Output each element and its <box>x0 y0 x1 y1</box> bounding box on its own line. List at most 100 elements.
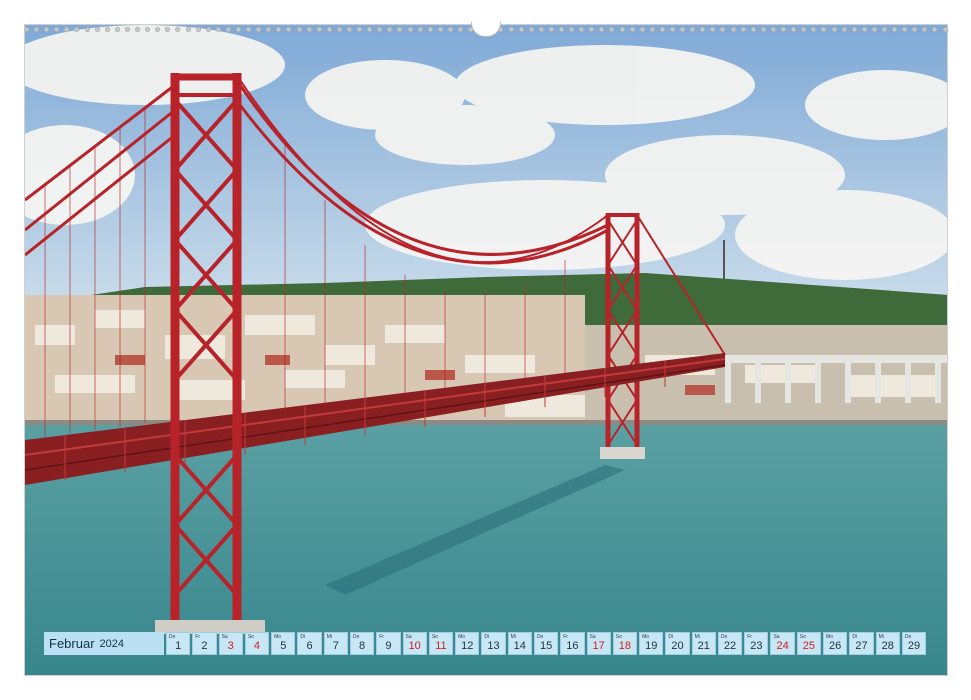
day-number: 13 <box>487 640 500 652</box>
binding-hole <box>215 26 221 32</box>
bridge-photo-illustration <box>25 25 947 675</box>
day-cell: So 25 <box>796 632 822 655</box>
binding-hole <box>821 26 827 32</box>
binding-hole <box>24 26 29 32</box>
binding-hole <box>397 26 403 32</box>
binding-hole <box>225 26 231 32</box>
day-cell: Fr 9 <box>376 632 401 655</box>
day-number: 12 <box>461 640 474 652</box>
binding-hole <box>861 26 867 32</box>
binding-hole <box>84 26 90 32</box>
day-number: 1 <box>175 640 182 652</box>
day-cell: Mo 5 <box>271 632 296 655</box>
binding-hole <box>831 26 837 32</box>
binding-hole <box>74 26 80 32</box>
day-cell: Do 29 <box>901 632 927 655</box>
binding-hole <box>64 26 70 32</box>
binding-hole <box>649 26 655 32</box>
day-cell: Mo 26 <box>823 632 848 655</box>
binding-hole <box>114 26 120 32</box>
day-cell: Mo 19 <box>639 632 664 655</box>
day-number: 28 <box>881 640 894 652</box>
binding-hole <box>569 26 575 32</box>
day-cell: Mi 7 <box>323 632 348 655</box>
binding-hole <box>518 26 524 32</box>
binding-hole <box>659 26 665 32</box>
day-cell: So 4 <box>244 632 270 655</box>
calendar-photo <box>24 24 948 676</box>
day-cell: Fr 23 <box>744 632 769 655</box>
binding-hole <box>690 26 696 32</box>
binding-hole <box>165 26 171 32</box>
day-number: 25 <box>802 640 816 652</box>
binding-hole <box>347 26 352 32</box>
day-cell: So 11 <box>428 632 454 655</box>
binding-hole <box>296 26 302 32</box>
binding-hole <box>256 26 262 32</box>
day-number: 17 <box>592 640 605 652</box>
binding-hole <box>458 26 464 32</box>
binding-hole <box>750 26 756 32</box>
binding-hole <box>508 26 514 32</box>
binding-hole <box>700 26 706 32</box>
day-number: 22 <box>723 640 737 652</box>
binding-hole <box>145 26 151 32</box>
binding-hole <box>851 26 857 32</box>
binding-hole <box>871 26 877 32</box>
binding-hole <box>781 26 787 32</box>
day-cell: Fr 16 <box>560 632 585 655</box>
binding-hole <box>760 26 766 32</box>
binding-hole <box>336 26 342 32</box>
day-number: 27 <box>855 640 868 652</box>
day-number: 26 <box>829 640 842 652</box>
binding-hole <box>286 26 292 32</box>
day-number: 9 <box>385 640 392 652</box>
binding-hole <box>124 26 130 32</box>
day-cell: Di 20 <box>665 632 690 655</box>
binding-hole <box>902 26 908 32</box>
binding-hole <box>185 26 191 32</box>
binding-hole <box>609 26 615 32</box>
day-cell: Do 15 <box>533 632 559 655</box>
day-cell: Di 27 <box>849 632 874 655</box>
day-number: 23 <box>750 640 763 652</box>
binding-hole <box>639 26 645 32</box>
binding-hole <box>94 26 100 32</box>
binding-hole <box>629 26 635 32</box>
binding-hole <box>932 26 938 32</box>
day-number: 8 <box>359 640 366 652</box>
binding-hole <box>558 26 564 32</box>
binding-hole <box>377 26 383 32</box>
day-number: 5 <box>280 640 287 652</box>
binding-hole <box>276 26 282 32</box>
binding-hole <box>437 26 443 32</box>
binding-hole <box>34 26 40 32</box>
binding-hole <box>710 26 716 32</box>
binding-hole <box>881 26 887 32</box>
day-cell: Di 13 <box>481 632 506 655</box>
day-cell: Mi 14 <box>507 632 532 655</box>
year-label: 2024 <box>99 637 125 650</box>
day-cell: So 18 <box>612 632 638 655</box>
binding-hole <box>720 26 726 32</box>
binding-hole <box>912 26 918 32</box>
month-name: Februar <box>49 636 95 651</box>
day-cell: Sa 3 <box>218 632 243 655</box>
day-cell: Sa 24 <box>770 632 795 655</box>
binding-hole <box>801 26 807 32</box>
binding-hole <box>791 26 797 32</box>
binding-hole <box>54 26 60 32</box>
binding-hole <box>246 26 252 32</box>
month-label: Februar 2024 <box>44 632 164 655</box>
binding-hole <box>306 26 312 32</box>
binding-hole <box>407 26 413 32</box>
day-number: 16 <box>566 640 579 652</box>
day-number: 29 <box>907 640 921 652</box>
binding-hole <box>175 26 181 32</box>
binding-hole <box>266 26 272 32</box>
day-number: 3 <box>227 640 234 652</box>
binding-hole <box>892 26 898 32</box>
day-number: 4 <box>253 640 261 652</box>
day-number: 20 <box>671 640 684 652</box>
binding-hole <box>205 26 211 32</box>
